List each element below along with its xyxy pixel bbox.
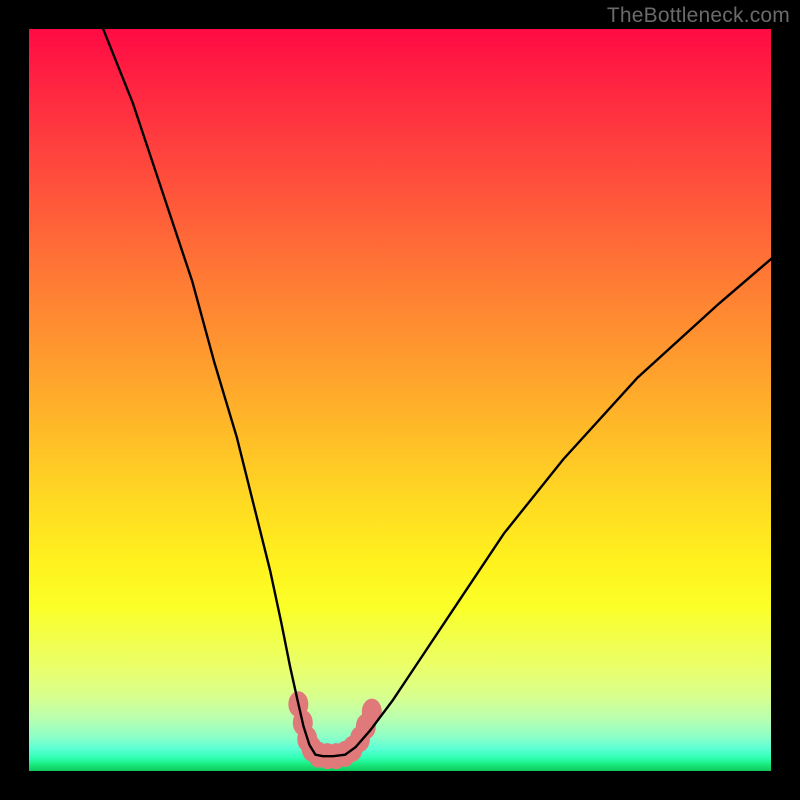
outer-frame: TheBottleneck.com: [0, 0, 800, 800]
marker-group: [288, 691, 381, 769]
watermark-text: TheBottleneck.com: [607, 4, 790, 28]
bottleneck-curve: [103, 29, 771, 756]
curve-layer: [29, 29, 771, 771]
plot-area: [29, 29, 771, 771]
